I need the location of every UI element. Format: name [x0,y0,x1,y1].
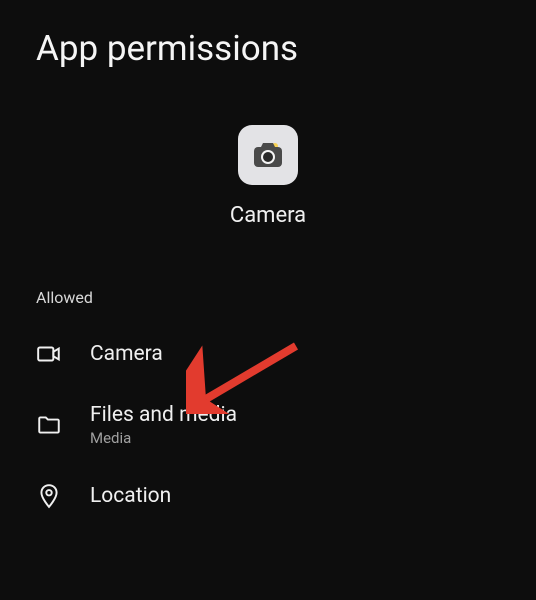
permission-label: Camera [90,342,163,366]
permission-label: Location [90,484,171,508]
app-name: Camera [230,203,306,228]
permission-sublabel: Media [90,429,237,447]
app-header: Camera [0,89,536,278]
app-icon [238,125,298,185]
permission-label: Files and media [90,403,237,427]
camera-icon [36,341,62,367]
permission-row-camera[interactable]: Camera [0,323,536,385]
folder-icon [36,412,62,438]
location-icon [36,483,62,509]
permission-row-location[interactable]: Location [0,465,536,527]
permission-row-files[interactable]: Files and media Media [0,385,536,465]
section-header-allowed: Allowed [0,278,536,323]
camera-app-icon [249,136,287,174]
page-title: App permissions [0,0,536,89]
